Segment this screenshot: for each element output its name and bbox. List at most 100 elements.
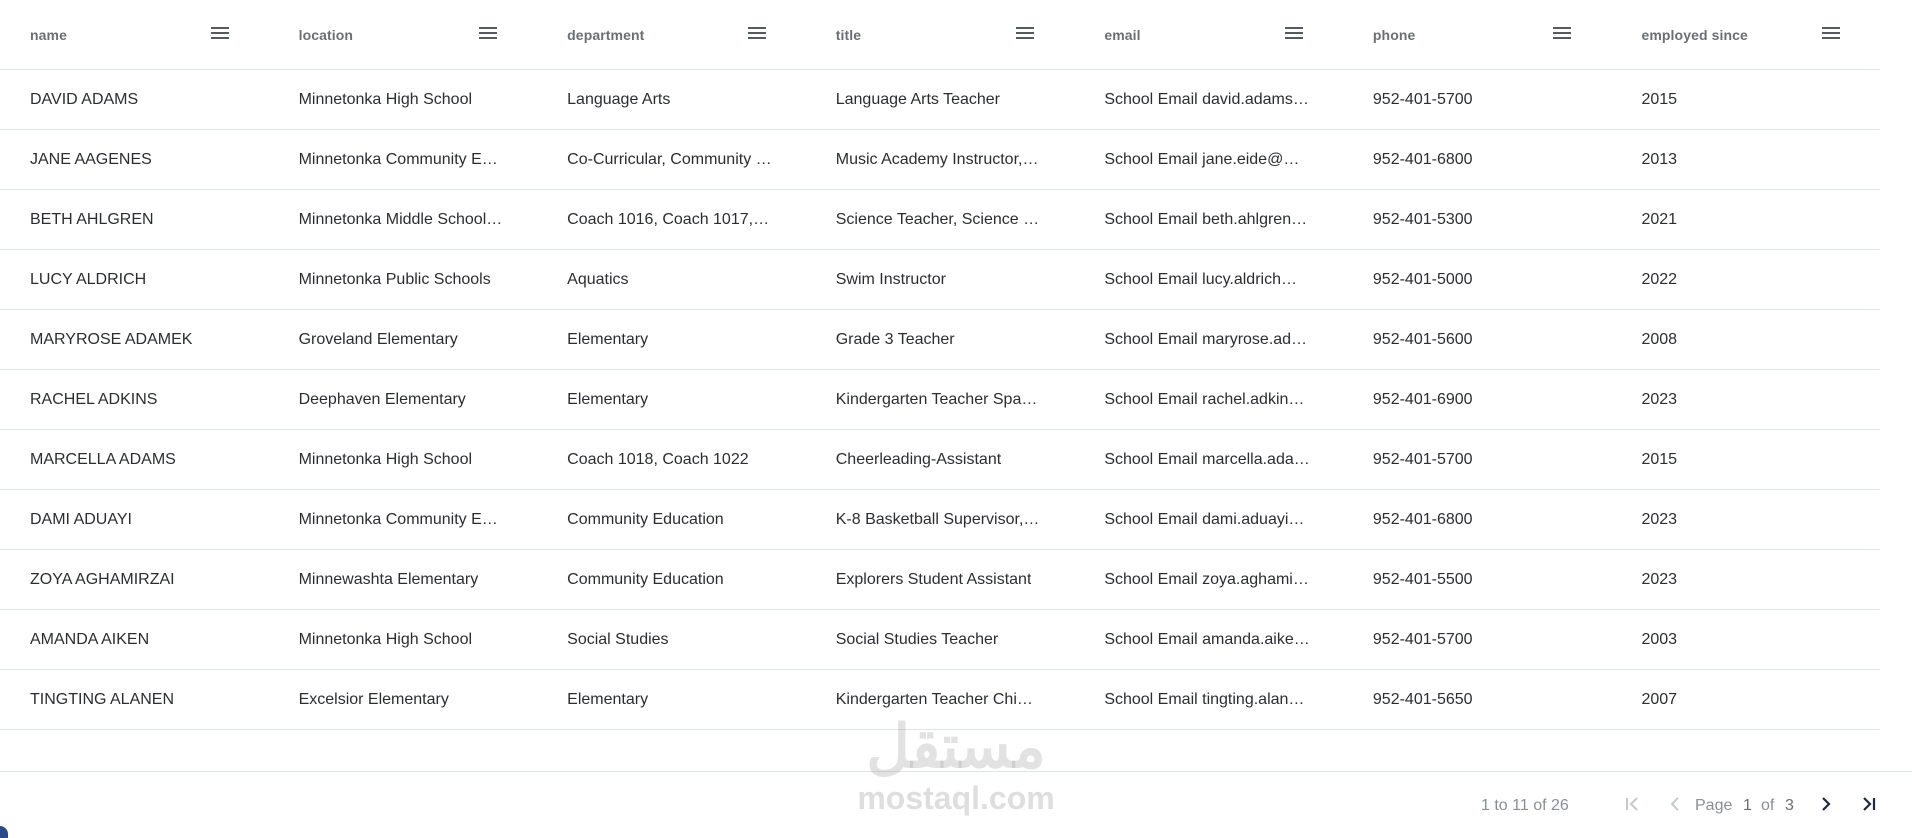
header-cell-department[interactable]: department (537, 0, 806, 69)
cell-name[interactable]: MARCELLA ADAMS (0, 430, 269, 489)
header-cell-location[interactable]: location (269, 0, 538, 69)
cell-employed-since[interactable]: 2023 (1611, 370, 1880, 429)
header-cell-title[interactable]: title (806, 0, 1075, 69)
header-cell-name[interactable]: name (0, 0, 269, 69)
cell-email[interactable]: School Email david.adams… (1074, 70, 1343, 129)
cell-name[interactable]: LUCY ALDRICH (0, 250, 269, 309)
cell-name[interactable]: ZOYA AGHAMIRZAI (0, 550, 269, 609)
cell-name[interactable]: DAVID ADAMS (0, 70, 269, 129)
cell-title[interactable]: Kindergarten Teacher Spa… (806, 370, 1075, 429)
cell-department[interactable]: Coach 1018, Coach 1022 (537, 430, 806, 489)
cell-email[interactable]: School Email marcella.ada… (1074, 430, 1343, 489)
cell-employed-since[interactable]: 2021 (1611, 190, 1880, 249)
cell-location[interactable]: Minnetonka Community E… (269, 490, 538, 549)
cell-title[interactable]: Grade 3 Teacher (806, 310, 1075, 369)
cell-employed-since[interactable]: 2013 (1611, 130, 1880, 189)
cell-phone[interactable]: 952-401-5700 (1343, 70, 1612, 129)
cell-name[interactable]: AMANDA AIKEN (0, 610, 269, 669)
cell-department[interactable]: Coach 1016, Coach 1017,… (537, 190, 806, 249)
table-row[interactable]: ZOYA AGHAMIRZAI Minnewashta Elementary Com… (0, 550, 1880, 610)
cell-department[interactable]: Elementary (537, 310, 806, 369)
table-row[interactable]: LUCY ALDRICH Minnetonka Public Schools Aqu… (0, 250, 1880, 310)
table-row[interactable]: RACHEL ADKINS Deephaven Elementary Element… (0, 370, 1880, 430)
cell-location[interactable]: Excelsior Elementary (269, 670, 538, 729)
cell-location[interactable]: Minnewashta Elementary (269, 550, 538, 609)
cell-location[interactable]: Minnetonka Public Schools (269, 250, 538, 309)
cell-phone[interactable]: 952-401-5000 (1343, 250, 1612, 309)
cell-employed-since[interactable]: 2008 (1611, 310, 1880, 369)
cell-phone[interactable]: 952-401-5650 (1343, 670, 1612, 729)
cell-location[interactable]: Minnetonka Community E… (269, 130, 538, 189)
chevron-left-icon[interactable] (1663, 792, 1687, 816)
cell-location[interactable]: Groveland Elementary (269, 310, 538, 369)
header-cell-email[interactable]: email (1074, 0, 1343, 69)
cell-phone[interactable]: 952-401-6900 (1343, 370, 1612, 429)
cell-email[interactable]: School Email lucy.aldrich… (1074, 250, 1343, 309)
table-row[interactable]: MARCELLA ADAMS Minnetonka High School Coac… (0, 430, 1880, 490)
table-row[interactable]: DAVID ADAMS Minnetonka High School Languag… (0, 70, 1880, 130)
column-menu-icon[interactable] (1553, 26, 1572, 40)
header-cell-phone[interactable]: phone (1343, 0, 1612, 69)
header-cell-employed-since[interactable]: employed since (1611, 0, 1880, 69)
table-row[interactable]: JANE AAGENES Minnetonka Community E… Co-Cu… (0, 130, 1880, 190)
first-page-icon[interactable] (1620, 792, 1644, 816)
cell-employed-since[interactable]: 2015 (1611, 430, 1880, 489)
cell-phone[interactable]: 952-401-5700 (1343, 610, 1612, 669)
column-menu-icon[interactable] (1016, 26, 1035, 40)
cell-name[interactable]: MARYROSE ADAMEK (0, 310, 269, 369)
cell-phone[interactable]: 952-401-5500 (1343, 550, 1612, 609)
last-page-icon[interactable] (1857, 792, 1881, 816)
cell-department[interactable]: Community Education (537, 550, 806, 609)
cell-title[interactable]: Social Studies Teacher (806, 610, 1075, 669)
cell-department[interactable]: Co-Curricular, Community … (537, 130, 806, 189)
cell-location[interactable]: Minnetonka High School (269, 610, 538, 669)
cell-name[interactable]: RACHEL ADKINS (0, 370, 269, 429)
table-row[interactable]: AMANDA AIKEN Minnetonka High School Social… (0, 610, 1880, 670)
cell-title[interactable]: Science Teacher, Science … (806, 190, 1075, 249)
column-menu-icon[interactable] (210, 26, 229, 40)
cell-name[interactable]: DAMI ADUAYI (0, 490, 269, 549)
cell-title[interactable]: Explorers Student Assistant (806, 550, 1075, 609)
cell-location[interactable]: Minnetonka High School (269, 70, 538, 129)
cell-employed-since[interactable]: 2003 (1611, 610, 1880, 669)
cell-location[interactable]: Minnetonka Middle School… (269, 190, 538, 249)
column-menu-icon[interactable] (1822, 26, 1841, 40)
cell-email[interactable]: School Email beth.ahlgren… (1074, 190, 1343, 249)
table-row[interactable]: MARYROSE ADAMEK Groveland Elementary Eleme… (0, 310, 1880, 370)
column-menu-icon[interactable] (747, 26, 766, 40)
cell-email[interactable]: School Email jane.eide@… (1074, 130, 1343, 189)
cell-employed-since[interactable]: 2023 (1611, 490, 1880, 549)
table-row[interactable]: TINGTING ALANEN Excelsior Elementary Eleme… (0, 670, 1880, 730)
cell-title[interactable]: Music Academy Instructor,… (806, 130, 1075, 189)
cell-location[interactable]: Deephaven Elementary (269, 370, 538, 429)
table-row[interactable]: DAMI ADUAYI Minnetonka Community E… Commun… (0, 490, 1880, 550)
cell-email[interactable]: School Email tingting.alan… (1074, 670, 1343, 729)
cell-department[interactable]: Community Education (537, 490, 806, 549)
cell-department[interactable]: Aquatics (537, 250, 806, 309)
cell-department[interactable]: Elementary (537, 370, 806, 429)
cell-department[interactable]: Language Arts (537, 70, 806, 129)
cell-name[interactable]: TINGTING ALANEN (0, 670, 269, 729)
cell-phone[interactable]: 952-401-5300 (1343, 190, 1612, 249)
cell-email[interactable]: School Email maryrose.ad… (1074, 310, 1343, 369)
cell-email[interactable]: School Email amanda.aike… (1074, 610, 1343, 669)
cell-title[interactable]: Language Arts Teacher (806, 70, 1075, 129)
cell-department[interactable]: Social Studies (537, 610, 806, 669)
cell-name[interactable]: JANE AAGENES (0, 130, 269, 189)
cell-name[interactable]: BETH AHLGREN (0, 190, 269, 249)
cell-location[interactable]: Minnetonka High School (269, 430, 538, 489)
cell-phone[interactable]: 952-401-5600 (1343, 310, 1612, 369)
cell-employed-since[interactable]: 2015 (1611, 70, 1880, 129)
cell-employed-since[interactable]: 2007 (1611, 670, 1880, 729)
cell-employed-since[interactable]: 2022 (1611, 250, 1880, 309)
cell-title[interactable]: Swim Instructor (806, 250, 1075, 309)
cell-title[interactable]: Cheerleading-Assistant (806, 430, 1075, 489)
cell-phone[interactable]: 952-401-6800 (1343, 490, 1612, 549)
cell-email[interactable]: School Email zoya.aghami… (1074, 550, 1343, 609)
cell-email[interactable]: School Email rachel.adkin… (1074, 370, 1343, 429)
column-menu-icon[interactable] (1284, 26, 1303, 40)
cell-title[interactable]: K-8 Basketball Supervisor,… (806, 490, 1075, 549)
cell-email[interactable]: School Email dami.aduayi… (1074, 490, 1343, 549)
cell-phone[interactable]: 952-401-6800 (1343, 130, 1612, 189)
chevron-right-icon[interactable] (1814, 792, 1838, 816)
